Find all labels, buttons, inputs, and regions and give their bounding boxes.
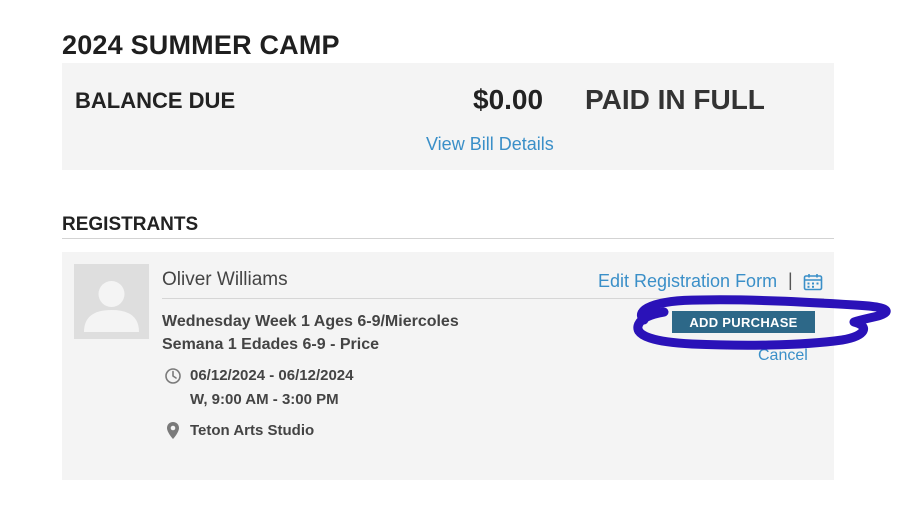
view-bill-details-link[interactable]: View Bill Details (426, 134, 554, 155)
user-placeholder-icon (74, 264, 149, 339)
payment-status: PAID IN FULL (585, 84, 765, 115)
calendar-icon[interactable] (803, 273, 823, 291)
balance-amount: $0.00 (473, 84, 544, 115)
card-divider (162, 298, 824, 299)
section-divider (62, 238, 834, 239)
balance-due-label: BALANCE DUE (75, 88, 236, 113)
program-name-line: Semana 1 Edades 6-9 - Price (162, 336, 379, 353)
schedule-time: W, 9:00 AM - 3:00 PM (190, 391, 339, 408)
date-range: 06/12/2024 - 06/12/2024 (190, 367, 354, 384)
map-pin-icon (166, 421, 180, 440)
page-title: 2024 SUMMER CAMP (62, 30, 340, 60)
avatar (74, 264, 149, 339)
cancel-link[interactable]: Cancel (758, 347, 808, 365)
balance-panel: BALANCE DUE $0.00 PAID IN FULL View Bill… (62, 63, 834, 170)
edit-registration-form-link[interactable]: Edit Registration Form (598, 271, 777, 292)
registrant-card: Oliver Williams Edit Registration Form |… (62, 252, 834, 480)
location-name: Teton Arts Studio (190, 422, 315, 439)
clock-icon (164, 367, 182, 385)
registrants-heading: REGISTRANTS (62, 214, 199, 235)
program-name-line: Wednesday Week 1 Ages 6-9/Miercoles (162, 313, 459, 330)
link-divider: | (788, 270, 793, 290)
add-purchase-button[interactable]: ADD PURCHASE (672, 311, 815, 333)
program-name: Wednesday Week 1 Ages 6-9/Miercoles Sema… (162, 310, 522, 356)
registrant-name: Oliver Williams (162, 269, 288, 290)
